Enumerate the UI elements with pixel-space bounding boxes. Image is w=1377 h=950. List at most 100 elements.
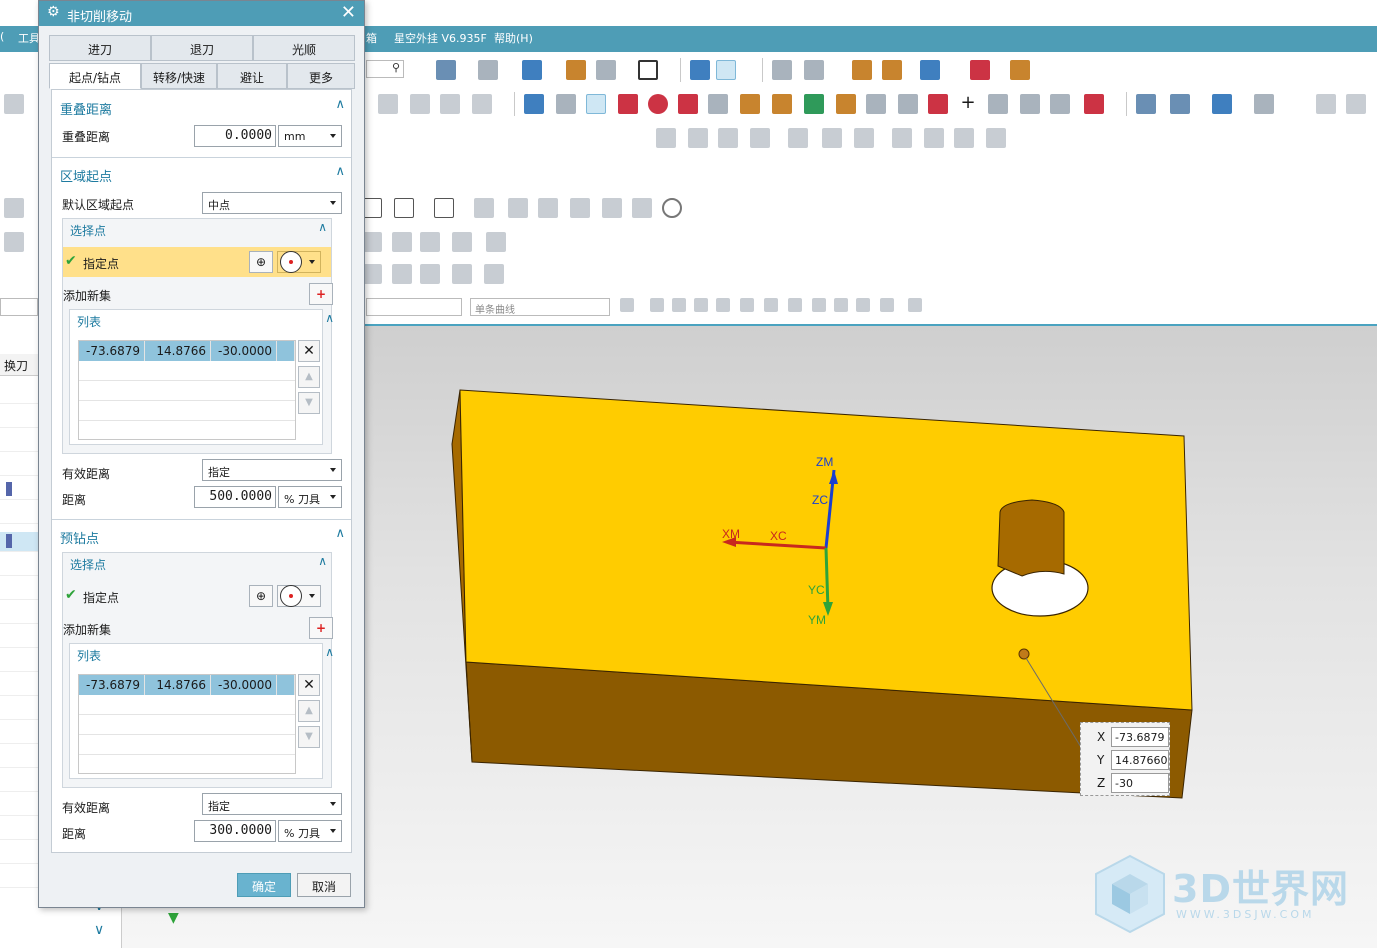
menu-help[interactable]: 帮助(H)	[494, 30, 533, 46]
chevron-up-icon[interactable]: ∧	[335, 526, 345, 541]
section-overlap-header[interactable]: 重叠距离 ∧	[52, 94, 351, 120]
predrill-specify-point-row[interactable]: ✔ 指定点 ⊕	[63, 581, 331, 611]
section-predrill-header[interactable]: 预钻点 ∧	[52, 523, 351, 549]
fit-view-icon[interactable]	[436, 60, 456, 80]
curve-icon[interactable]	[678, 94, 698, 114]
move-icon[interactable]	[690, 60, 710, 80]
move-up-button[interactable]: ▲	[298, 700, 320, 722]
chevron-up-icon[interactable]: ∧	[335, 97, 345, 112]
default-region-start-select[interactable]: 中点	[202, 192, 342, 214]
cancel-button[interactable]: 取消	[297, 873, 351, 897]
speed-icon[interactable]	[740, 94, 760, 114]
tab-avoidance[interactable]: 避让	[217, 63, 287, 89]
non-cutting-icon[interactable]	[618, 94, 638, 114]
line-icon[interactable]	[1020, 94, 1040, 114]
shaded-cube-icon[interactable]	[522, 60, 542, 80]
point-dialog-button[interactable]: ⊕	[249, 585, 273, 607]
table-row[interactable]: -73.6879 14.8766 -30.0000	[79, 675, 295, 695]
ok-button[interactable]: 确定	[237, 873, 291, 897]
chevron-up-icon[interactable]: ∧	[335, 164, 345, 179]
add-new-set-button[interactable]: +	[309, 283, 333, 305]
table-row[interactable]	[79, 401, 295, 421]
tab-more[interactable]: 更多	[287, 63, 355, 89]
display3-icon[interactable]	[1212, 94, 1232, 114]
overlap-unit-select[interactable]: mm	[278, 125, 342, 147]
tab-retract[interactable]: 退刀	[151, 35, 253, 61]
tab-transfer-rapid[interactable]: 转移/快速	[141, 63, 217, 89]
hexagon-icon[interactable]	[434, 198, 454, 218]
tab-start-drill-points[interactable]: 起点/钻点	[49, 63, 141, 89]
rectangle-icon[interactable]	[362, 198, 382, 218]
predrill-distance-input[interactable]: 300.0000	[194, 820, 276, 842]
dialog-title-bar[interactable]: ⚙ 非切削移动 ✕	[39, 1, 364, 26]
chevron-up-icon[interactable]: ∧	[318, 220, 327, 234]
menu-toolbox-partial[interactable]: 箱	[366, 30, 377, 46]
mill-icon[interactable]	[898, 94, 918, 114]
move-down-button[interactable]: ▼	[298, 392, 320, 414]
tab-smoothing[interactable]: 光顺	[253, 35, 355, 61]
render-style-icon[interactable]	[478, 60, 498, 80]
tool-change-column-header[interactable]: 换刀	[0, 354, 40, 376]
coord-y-input[interactable]: 14.87660	[1111, 750, 1169, 770]
square-icon[interactable]	[394, 198, 414, 218]
path-color-icon[interactable]	[804, 94, 824, 114]
measure-icon[interactable]	[1010, 60, 1030, 80]
selection-scope-combo[interactable]	[366, 298, 462, 316]
chevron-down-icon[interactable]: ∨	[94, 922, 104, 938]
table-row[interactable]	[79, 695, 295, 715]
tab-engage[interactable]: 进刀	[49, 35, 151, 61]
menu-fragment[interactable]: (	[0, 30, 4, 43]
tool-color-icon[interactable]	[772, 94, 792, 114]
edit-object-icon[interactable]	[852, 60, 872, 80]
chevron-down-icon[interactable]	[309, 594, 315, 598]
predrill-distance-unit-select[interactable]: % 刀具	[278, 820, 342, 842]
curve-rule-combo[interactable]: 单条曲线	[470, 298, 610, 316]
section-icon[interactable]	[566, 60, 586, 80]
plus-icon[interactable]: +	[958, 94, 978, 114]
search-combo[interactable]: ⚲	[366, 60, 404, 78]
delete-point-button[interactable]: ✕	[298, 340, 320, 362]
line2-icon[interactable]	[1050, 94, 1070, 114]
move-down-button[interactable]: ▼	[298, 726, 320, 748]
region-valid-distance-select[interactable]: 指定	[202, 459, 342, 481]
table-row[interactable]	[79, 715, 295, 735]
delete-point-button[interactable]: ✕	[298, 674, 320, 696]
display4-icon[interactable]	[1254, 94, 1274, 114]
display2-icon[interactable]	[1170, 94, 1190, 114]
chevron-down-icon[interactable]	[309, 260, 315, 264]
cutting-icon[interactable]	[586, 94, 606, 114]
select-filter-icon[interactable]	[716, 60, 736, 80]
table-row[interactable]	[79, 381, 295, 401]
arrow-icon[interactable]	[928, 94, 948, 114]
region-specify-point-row[interactable]: ✔ 指定点 ⊕	[63, 247, 331, 277]
wcs-icon[interactable]	[804, 60, 824, 80]
region-select-point-header[interactable]: 选择点 ∧	[63, 219, 331, 241]
table-row[interactable]	[79, 735, 295, 755]
menu-tools[interactable]: 工具	[18, 30, 40, 46]
menu-xingkong-plugin[interactable]: 星空外挂 V6.935F	[394, 30, 487, 46]
verify-icon[interactable]	[524, 94, 544, 114]
point-dialog-button[interactable]: ⊕	[249, 251, 273, 273]
snap-icon[interactable]	[920, 60, 940, 80]
line3-icon[interactable]	[1084, 94, 1104, 114]
chevron-up-icon[interactable]: ∧	[318, 554, 327, 568]
simulate-icon[interactable]	[556, 94, 576, 114]
type-filter-combo[interactable]	[0, 298, 38, 316]
holder-icon[interactable]	[836, 94, 856, 114]
color-icon[interactable]	[882, 60, 902, 80]
tool-icon[interactable]	[866, 94, 886, 114]
frame-icon[interactable]	[638, 60, 658, 80]
region-list-header[interactable]: 列表 ∧	[70, 310, 338, 332]
region-distance-input[interactable]: 500.0000	[194, 486, 276, 508]
move-up-button[interactable]: ▲	[298, 366, 320, 388]
display-icon[interactable]	[1136, 94, 1156, 114]
grid-icon[interactable]	[970, 60, 990, 80]
table-row[interactable]: -73.6879 14.8766 -30.0000	[79, 341, 295, 361]
table-row[interactable]	[79, 361, 295, 381]
add-new-set-button[interactable]: +	[309, 617, 333, 639]
chevron-up-icon[interactable]: ∧	[325, 311, 334, 325]
overlap-distance-input[interactable]: 0.0000	[194, 125, 276, 147]
predrill-list-header[interactable]: 列表 ∧	[70, 644, 338, 666]
section-region-start-header[interactable]: 区域起点 ∧	[52, 161, 351, 187]
region-distance-unit-select[interactable]: % 刀具	[278, 486, 342, 508]
